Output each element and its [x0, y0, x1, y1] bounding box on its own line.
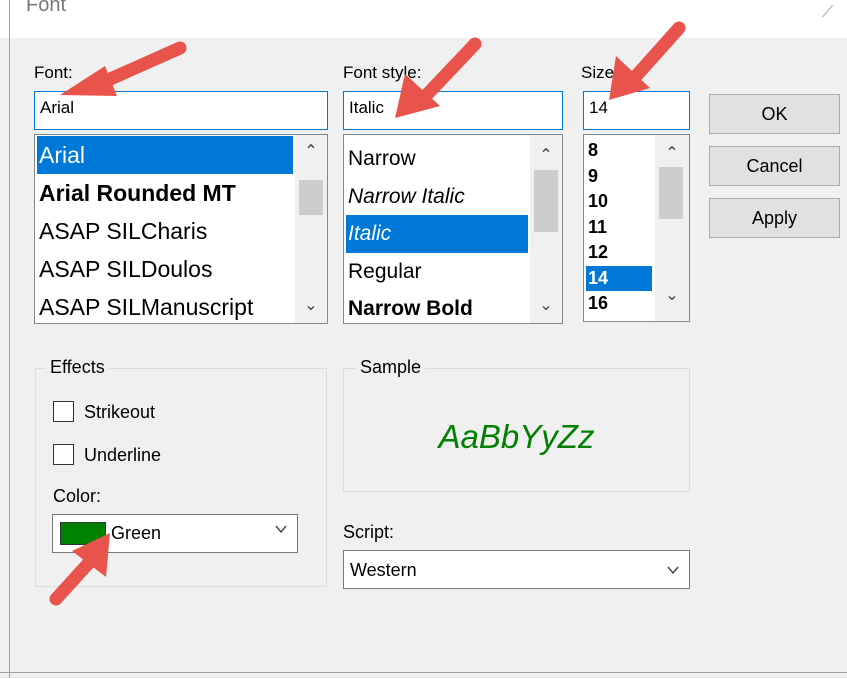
script-label: Script: [343, 522, 395, 542]
scroll-thumb[interactable] [534, 170, 558, 232]
apply-button[interactable]: Apply [709, 198, 840, 238]
font-style-listbox[interactable]: ⌃ ⌄ Narrow Narrow Italic Italic Regular Narr… [343, 134, 563, 324]
sample-legend: Sample [356, 357, 426, 378]
font-list-item[interactable]: ASAP SILManuscript [37, 288, 293, 323]
chevron-down-icon [667, 566, 679, 575]
ok-button[interactable]: OK [709, 94, 840, 134]
scroll-down-icon[interactable]: ⌄ [655, 285, 689, 305]
sample-preview-text: AaBbYyZz [438, 418, 595, 455]
scroll-down-icon[interactable]: ⌄ [295, 295, 327, 315]
resize-grip-icon[interactable]: ⟋ [822, 4, 833, 22]
size-list-item[interactable]: 16 [586, 291, 652, 317]
annotation-arrow-icon [395, 37, 482, 118]
scroll-thumb[interactable] [299, 180, 323, 215]
font-style-list-item[interactable]: Narrow Italic [346, 178, 528, 216]
size-list-item[interactable]: 10 [586, 189, 652, 215]
scroll-thumb[interactable] [659, 167, 683, 219]
color-label: Color: [53, 486, 102, 506]
dialog-title: Font [26, 0, 67, 16]
underline-checkbox[interactable] [53, 444, 74, 465]
font-style-list-item[interactable]: Italic [346, 215, 528, 253]
title-bar [0, 0, 847, 38]
size-list-scrollbar[interactable]: ⌃ ⌄ [655, 135, 689, 321]
annotation-arrow-icon [609, 21, 686, 100]
cancel-button[interactable]: Cancel [709, 146, 840, 186]
font-list-item[interactable]: ASAP SILDoulos [37, 250, 293, 288]
size-list-item[interactable]: 14 [586, 265, 652, 291]
style-list-scrollbar[interactable]: ⌃ ⌄ [530, 135, 562, 323]
annotation-arrow-icon [60, 41, 187, 96]
scroll-up-icon[interactable]: ⌃ [655, 143, 689, 163]
scroll-down-icon[interactable]: ⌄ [530, 295, 562, 315]
underline-label: Underline [84, 445, 162, 465]
font-style-list-item[interactable]: Narrow [346, 140, 528, 178]
chevron-down-icon [275, 525, 287, 534]
script-dropdown[interactable]: Western [343, 550, 690, 589]
font-list-item[interactable]: ASAP SILCharis [37, 212, 293, 250]
size-listbox[interactable]: ⌃ ⌄ 8 9 10 11 12 14 16 [583, 134, 690, 322]
annotation-arrow-icon [49, 533, 110, 606]
window-border [9, 0, 10, 678]
script-value: Western [350, 560, 417, 580]
window-bottom-border [0, 672, 847, 673]
font-list-item[interactable]: Arial [37, 136, 293, 174]
font-list-item[interactable]: Arial Rounded MT [37, 174, 293, 212]
size-list-item[interactable]: 8 [586, 138, 652, 164]
font-list-scrollbar[interactable]: ⌃ ⌄ [295, 135, 327, 323]
effects-legend: Effects [46, 357, 109, 378]
color-value: Green [111, 523, 162, 543]
font-listbox[interactable]: ⌃ ⌄ Arial Arial Rounded MT ASAP SILCharis A… [34, 134, 328, 324]
size-list-item[interactable]: 9 [586, 164, 652, 190]
size-list-item[interactable]: 11 [586, 215, 652, 241]
strikeout-checkbox[interactable] [53, 401, 74, 422]
size-list-item[interactable]: 12 [586, 240, 652, 266]
strikeout-label: Strikeout [84, 402, 156, 422]
scroll-up-icon[interactable]: ⌃ [295, 141, 327, 161]
font-style-list-item[interactable]: Narrow Bold [346, 290, 528, 323]
scroll-up-icon[interactable]: ⌃ [530, 145, 562, 165]
font-style-list-item[interactable]: Regular [346, 253, 528, 291]
